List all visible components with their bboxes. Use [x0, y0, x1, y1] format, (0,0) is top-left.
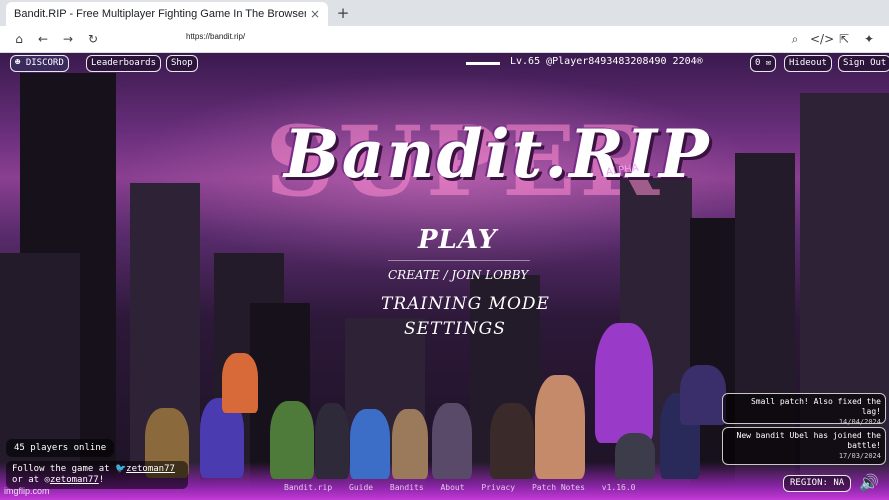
footer-link[interactable]: Bandit.rip	[284, 483, 332, 492]
follow-text: or at	[12, 475, 45, 485]
character-sprite	[392, 409, 428, 479]
character-sprite	[490, 403, 534, 479]
follow-panel: Follow the game at 🐦zetoman77 or at ◎zet…	[6, 461, 188, 489]
browser-tab[interactable]: Bandit.RIP - Free Multiplayer Fighting G…	[6, 2, 328, 26]
browser-tab-strip: Bandit.RIP - Free Multiplayer Fighting G…	[0, 0, 889, 26]
training-mode-button[interactable]: TRAINING MODE	[381, 294, 550, 314]
game-canvas[interactable]: ☻ DISCORD Leaderboards Shop Lv.65 @Playe…	[0, 53, 889, 500]
imgflip-watermark: imgflip.com	[4, 486, 50, 496]
footer-link[interactable]: Patch Notes	[532, 483, 585, 492]
mail-icon: ✉	[765, 58, 772, 68]
footer-link[interactable]: About	[440, 483, 464, 492]
inbox-count: 0	[755, 58, 761, 68]
forward-icon[interactable]: →	[59, 30, 77, 48]
character-sprite	[350, 409, 390, 479]
player-info: Lv.65 @Player8493483208490 2204®	[510, 56, 703, 67]
news-item[interactable]: New bandit Ubel has joined the battle! 1…	[722, 427, 886, 465]
browser-toolbar: ⌂ ← → ↻ https://bandit.rip/ ⌕ </> ⇱ ✦	[0, 26, 889, 53]
reload-icon[interactable]: ↻	[84, 30, 102, 48]
game-logo: Bandit.RIP	[284, 115, 711, 193]
character-sprite	[595, 323, 653, 443]
xp-progress-fill	[466, 62, 500, 65]
settings-button[interactable]: SETTINGS	[404, 319, 506, 339]
play-button[interactable]: PLAY	[418, 225, 497, 255]
follow-end: !	[98, 475, 105, 485]
shop-button[interactable]: Shop	[166, 55, 198, 72]
players-online-badge: 45 players online	[6, 439, 115, 457]
tab-title: Bandit.RIP - Free Multiplayer Fighting G…	[14, 8, 306, 20]
new-tab-icon[interactable]: +	[334, 4, 352, 22]
version-label: v1.16.0	[601, 483, 636, 492]
home-icon[interactable]: ⌂	[10, 30, 28, 48]
twitter-link[interactable]: zetoman77	[126, 464, 175, 474]
character-sprite	[222, 353, 258, 413]
region-selector[interactable]: REGION: NA	[783, 475, 852, 492]
close-tab-icon[interactable]: ×	[310, 7, 320, 21]
news-text: New bandit Ubel has joined the battle!	[736, 431, 882, 450]
footer-link[interactable]: Bandits	[390, 483, 424, 492]
discord-button[interactable]: ☻ DISCORD	[10, 55, 69, 72]
follow-twitter-line: Follow the game at 🐦zetoman77	[12, 464, 182, 475]
devtools-icon[interactable]: </>	[810, 30, 834, 48]
hideout-button[interactable]: Hideout	[784, 55, 832, 72]
news-date: 14/04/2024	[838, 418, 881, 426]
discord-icon: ☻	[15, 58, 21, 68]
news-item[interactable]: Small patch! Also fixed the lag! 14/04/2…	[722, 393, 886, 426]
character-sprite	[535, 375, 585, 479]
twitter-icon: 🐦	[114, 464, 127, 474]
create-join-lobby-button[interactable]: CREATE / JOIN LOBBY	[388, 268, 528, 282]
speaker-icon[interactable]: 🔊	[856, 474, 882, 492]
leaderboards-button[interactable]: Leaderboards	[86, 55, 162, 72]
address-bar[interactable]: https://bandit.rip/	[186, 32, 245, 41]
zoom-icon[interactable]: ⌕	[786, 30, 804, 48]
follow-text: Follow the game at	[12, 464, 115, 474]
back-icon[interactable]: ←	[34, 30, 52, 48]
follow-instagram-line: or at ◎zetoman77!	[12, 475, 182, 486]
character-sprite	[270, 401, 314, 479]
inbox-button[interactable]: 0 ✉	[750, 55, 777, 72]
extensions-icon[interactable]: ✦	[860, 30, 878, 48]
instagram-link[interactable]: zetoman77	[50, 475, 99, 485]
open-external-icon[interactable]: ⇱	[835, 30, 853, 48]
discord-label: DISCORD	[25, 58, 64, 68]
footer-links: Bandit.rip Guide Bandits About Privacy P…	[284, 483, 647, 492]
character-sprite	[432, 403, 472, 479]
character-sprite	[615, 433, 655, 479]
character-sprite	[315, 403, 349, 479]
news-date: 17/03/2024	[838, 452, 881, 460]
character-sprite	[680, 365, 726, 425]
footer-link[interactable]: Privacy	[481, 483, 515, 492]
menu-divider	[388, 260, 530, 261]
footer-link[interactable]: Guide	[349, 483, 373, 492]
xp-progress-bar	[466, 62, 500, 65]
news-text: Small patch! Also fixed the lag!	[750, 397, 881, 416]
signout-button[interactable]: Sign Out	[838, 55, 889, 72]
